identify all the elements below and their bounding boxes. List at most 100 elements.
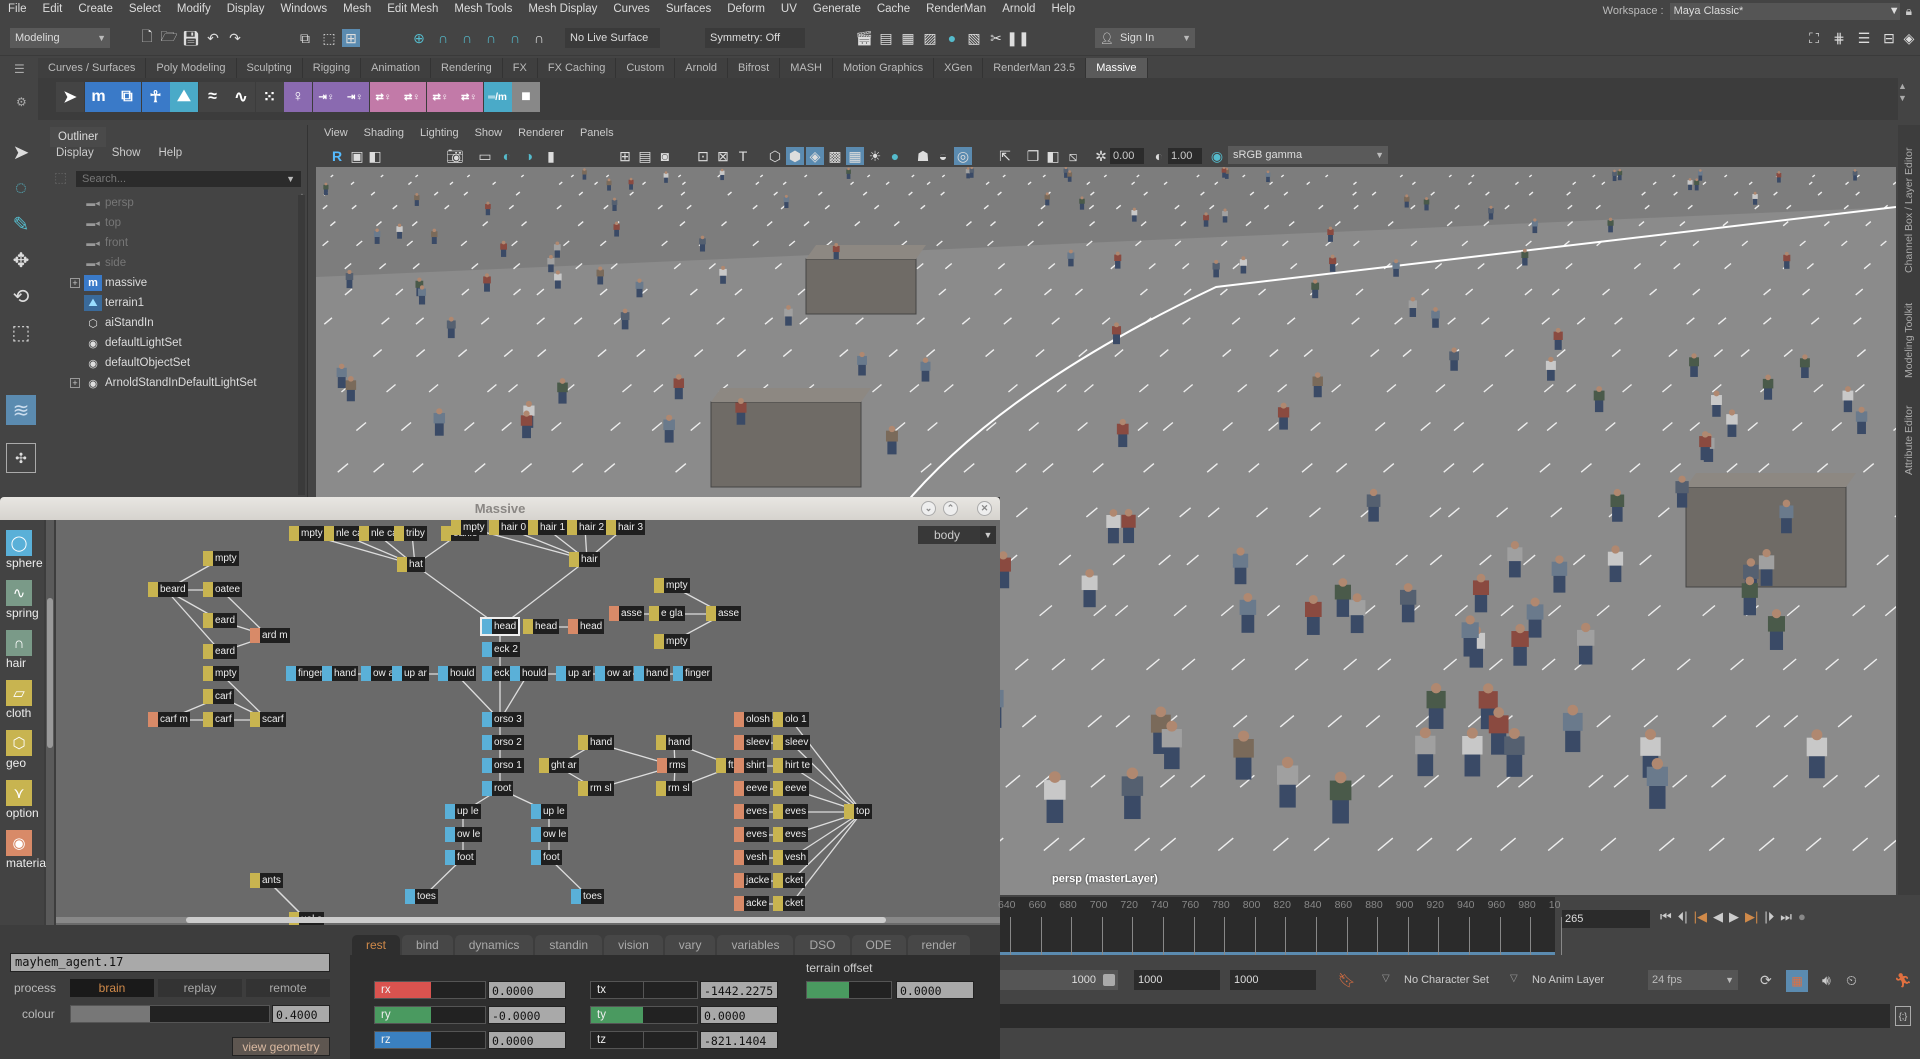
- move-tool-icon[interactable]: ✥: [6, 245, 36, 275]
- isolate-select-icon[interactable]: ☗: [914, 147, 932, 165]
- graph-node-g2[interactable]: sleev: [773, 735, 811, 750]
- menu-deform[interactable]: Deform: [719, 3, 773, 15]
- graph-node-g1[interactable]: olo 1: [773, 712, 809, 727]
- lane-icon[interactable]: ∿: [227, 82, 255, 112]
- colour-value[interactable]: 0.4000: [272, 1005, 330, 1023]
- massive-logo-icon[interactable]: m: [84, 82, 113, 112]
- loop-icon[interactable]: ⟳: [1760, 972, 1772, 989]
- shelf-tab-custom[interactable]: Custom: [616, 58, 676, 78]
- live-surface-field[interactable]: No Live Surface: [565, 28, 660, 48]
- graph-node-gl[interactable]: e gla: [649, 606, 685, 621]
- graph-node-hr3[interactable]: hair 3: [606, 520, 646, 535]
- massive-titlebar[interactable]: Massive ⌄ ⌃ ✕: [0, 497, 1000, 520]
- graph-node-e5[interactable]: mpty: [654, 634, 690, 649]
- xray-joints-icon[interactable]: ◒: [934, 147, 952, 165]
- flow-field-icon[interactable]: ≈: [198, 82, 227, 112]
- symmetry-field[interactable]: Symmetry: Off: [705, 28, 805, 48]
- shelf-tab-xgen[interactable]: XGen: [934, 58, 984, 78]
- outliner-search-input[interactable]: Search... ▼: [76, 171, 301, 187]
- scroll-thumb[interactable]: [186, 917, 886, 923]
- step-forward-key-icon[interactable]: ▶|: [1745, 909, 1758, 925]
- camera-attributes-icon[interactable]: ▣: [348, 147, 366, 165]
- graph-node-lfing[interactable]: finger: [286, 666, 326, 681]
- lock-icon[interactable]: 🔒︎: [1906, 4, 1912, 19]
- sound-icon[interactable]: 🔊︎: [1822, 972, 1831, 989]
- graph-node-hair[interactable]: hair: [569, 552, 600, 567]
- agent-tab-dso[interactable]: DSO: [795, 935, 850, 955]
- agent-tab-rest[interactable]: rest: [352, 935, 401, 955]
- graph-node-sc2[interactable]: carf: [203, 712, 234, 727]
- menu-edit-mesh[interactable]: Edit Mesh: [379, 3, 446, 15]
- palette-sphere[interactable]: ◯ sphere: [6, 530, 44, 570]
- snap-surface-icon[interactable]: ∩: [506, 29, 524, 47]
- graph-node-hat[interactable]: hat: [397, 557, 425, 572]
- sim-agents-icon[interactable]: ⇄♀: [369, 82, 398, 112]
- viewport-menu-shading[interactable]: Shading: [364, 127, 404, 145]
- resolution-gate-icon[interactable]: ◙: [656, 147, 674, 165]
- menu-set-dropdown[interactable]: Modeling ▼: [10, 28, 110, 48]
- graph-node-m7[interactable]: vesh: [734, 850, 770, 865]
- menu-edit[interactable]: Edit: [35, 3, 71, 15]
- menu-select[interactable]: Select: [121, 3, 169, 15]
- viewport-menu-show[interactable]: Show: [475, 127, 503, 145]
- tab-attribute-editor[interactable]: Attribute Editor: [1900, 395, 1918, 485]
- shelf-tab-sculpting[interactable]: Sculpting: [236, 58, 303, 78]
- range-end-field[interactable]: 1000: [1134, 970, 1220, 990]
- tool-settings-icon[interactable]: ☰: [1855, 29, 1873, 47]
- graph-node-e2[interactable]: mpty: [451, 520, 487, 535]
- scroll-thumb[interactable]: [47, 598, 53, 748]
- new-scene-icon[interactable]: 🗋: [138, 28, 156, 47]
- outliner-scrollbar[interactable]: [298, 195, 305, 495]
- menu-curves[interactable]: Curves: [605, 3, 657, 15]
- minimize-icon[interactable]: ⌄: [921, 501, 936, 516]
- palette-geo[interactable]: ⬡ geo: [6, 730, 44, 770]
- grid-icon[interactable]: ⊞: [616, 147, 634, 165]
- graph-node-g5[interactable]: eves: [773, 804, 809, 819]
- graph-node-rll[interactable]: ow le: [531, 827, 569, 842]
- graph-node-rul[interactable]: up le: [531, 804, 567, 819]
- tab-modeling-toolkit[interactable]: Modeling Toolkit: [1900, 290, 1918, 390]
- record-icon[interactable]: ●: [1798, 909, 1806, 925]
- chevron-down-icon[interactable]: ▽: [1510, 973, 1518, 984]
- graph-node-hr1[interactable]: hair 1: [528, 520, 568, 535]
- graph-node-lup[interactable]: up ar: [392, 666, 429, 681]
- rx-value[interactable]: 0.0000: [488, 981, 566, 999]
- layout-single-icon[interactable]: ✣: [6, 443, 36, 473]
- safe-title-icon[interactable]: ⊠: [714, 147, 732, 165]
- menu-renderman[interactable]: RenderMan: [918, 3, 994, 15]
- open-scene-icon[interactable]: 🗁: [160, 28, 178, 47]
- graph-node-rfing[interactable]: finger: [673, 666, 713, 681]
- shelf-tab-massive[interactable]: Massive: [1086, 58, 1148, 78]
- menu-arnold[interactable]: Arnold: [994, 3, 1043, 15]
- graph-node-lul[interactable]: up le: [445, 804, 481, 819]
- tx-slider[interactable]: tx: [590, 981, 698, 999]
- workspace-dropdown[interactable]: Maya Classic* ▼: [1669, 2, 1900, 20]
- menu-file[interactable]: File: [0, 3, 35, 15]
- viewport-menu-panels[interactable]: Panels: [580, 127, 614, 145]
- outliner-item-front[interactable]: ▬◂ front: [84, 233, 128, 253]
- graph-node-bdm[interactable]: ard m: [250, 628, 290, 643]
- graph-node-hr0[interactable]: hair 0: [489, 520, 529, 535]
- anim-end-field[interactable]: 1000: [1230, 970, 1316, 990]
- graph-node-tri[interactable]: triby: [394, 526, 427, 541]
- graph-node-goat[interactable]: oatee: [203, 582, 243, 597]
- graph-node-m4[interactable]: eeve: [734, 781, 770, 796]
- hud-icon[interactable]: ⇱: [996, 147, 1014, 165]
- snap-grid-icon[interactable]: ⊕: [410, 29, 428, 47]
- graph-node-g4[interactable]: eeve: [773, 781, 809, 796]
- graph-node-t2[interactable]: orso 2: [482, 735, 524, 750]
- hypershade-icon[interactable]: ●: [943, 29, 961, 47]
- snap-curve-icon[interactable]: ∩: [434, 29, 452, 47]
- shelf-tab-curves-surfaces[interactable]: Curves / Surfaces: [38, 58, 147, 78]
- agent-tab-render[interactable]: render: [907, 935, 971, 955]
- colour-slider[interactable]: [70, 1005, 270, 1023]
- outliner-item-persp[interactable]: ▬◂ persp: [84, 193, 134, 213]
- select-hierarchy-icon[interactable]: ⧉: [296, 29, 314, 47]
- shadows-icon[interactable]: ☀: [866, 147, 884, 165]
- graph-node-m9[interactable]: acke: [734, 896, 770, 911]
- shelf-tab-rigging[interactable]: Rigging: [302, 58, 362, 78]
- terrain-offset-value[interactable]: 0.0000: [896, 981, 974, 999]
- filter-icon[interactable]: ⬚: [54, 169, 67, 186]
- go-to-end-icon[interactable]: ⏭: [1780, 909, 1792, 925]
- rz-slider[interactable]: rz: [374, 1031, 486, 1049]
